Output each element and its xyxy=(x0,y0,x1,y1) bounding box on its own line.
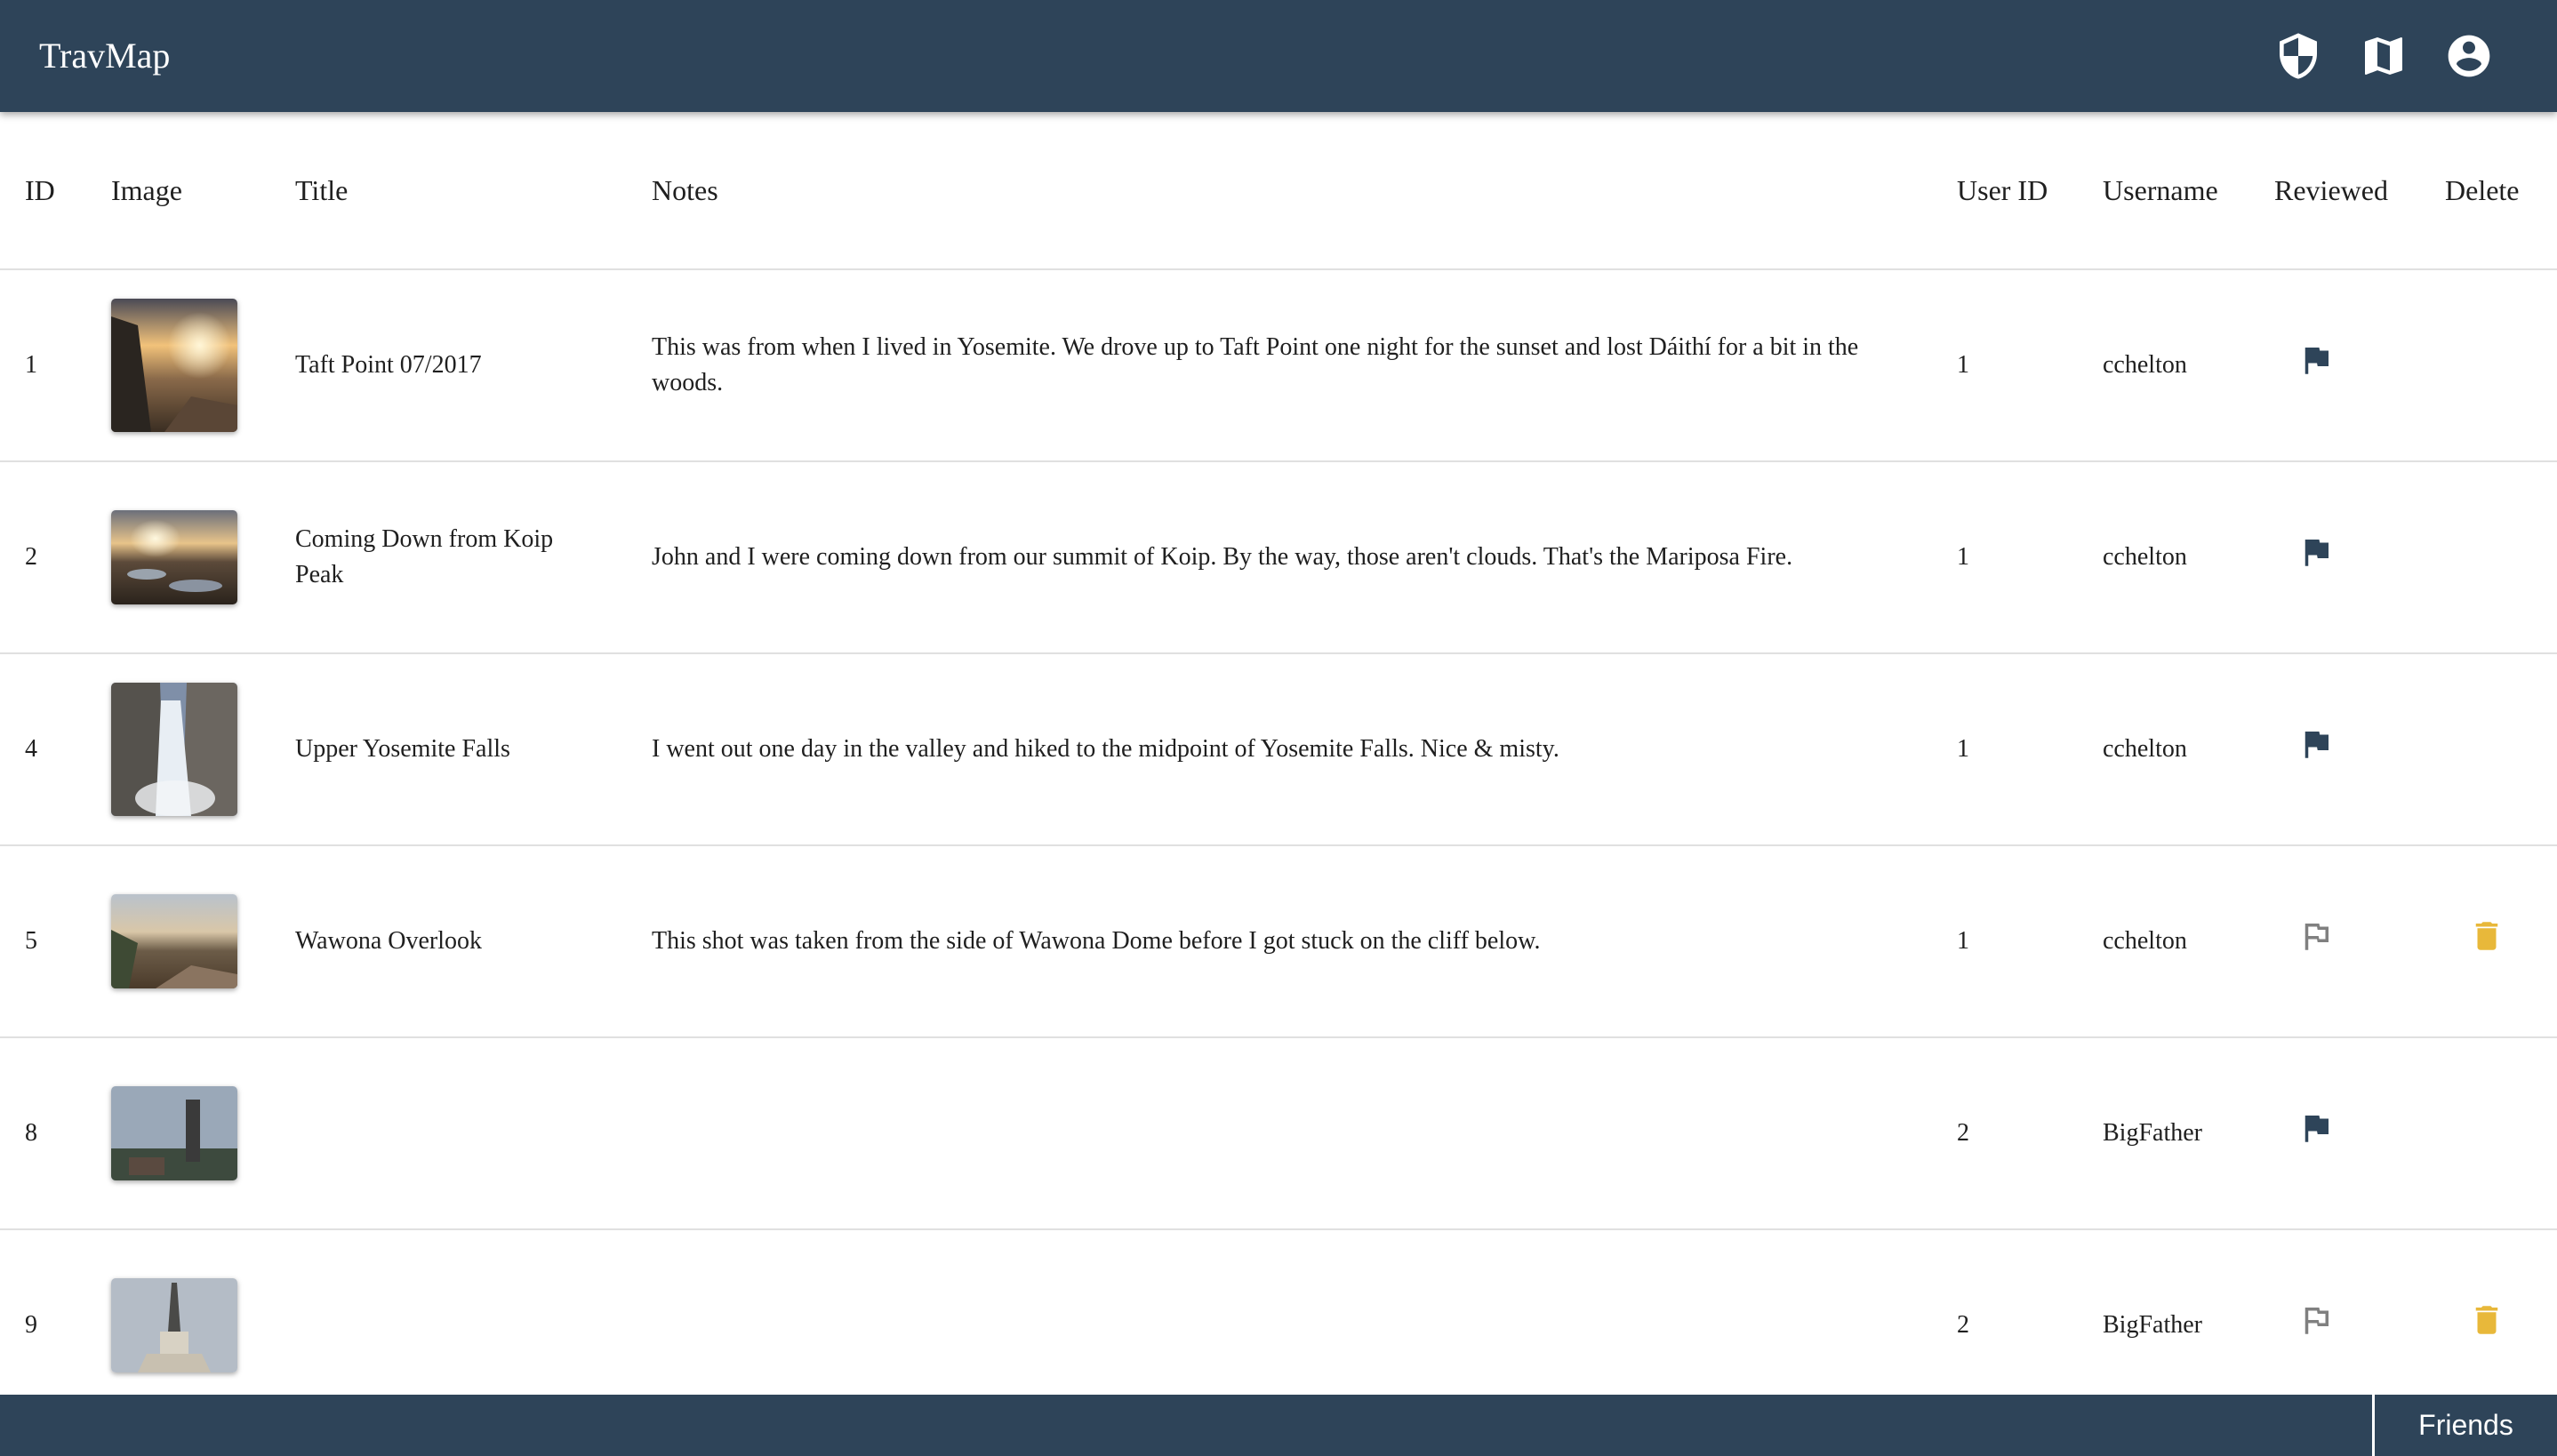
row-image-cell xyxy=(86,1229,270,1395)
table-row: 4 Upper Yosemite Falls I went out one da… xyxy=(0,653,2557,846)
row-username: BigFather xyxy=(2078,1229,2249,1395)
flag-outline-icon[interactable] xyxy=(2297,1300,2335,1340)
flag-filled-icon[interactable] xyxy=(2297,340,2335,380)
shield-icon[interactable] xyxy=(2273,31,2323,81)
column-header-reviewed: Reviewed xyxy=(2249,112,2420,270)
row-reviewed-cell xyxy=(2249,269,2420,462)
row-image-cell xyxy=(86,461,270,654)
column-header-user-id: User ID xyxy=(1932,112,2078,270)
row-user-id: 2 xyxy=(1932,1229,2078,1395)
bottom-bar: Friends xyxy=(0,1395,2557,1456)
row-title: Upper Yosemite Falls xyxy=(270,653,627,846)
flag-filled-icon[interactable] xyxy=(2297,724,2335,764)
row-id: 2 xyxy=(0,461,86,654)
row-user-id: 1 xyxy=(1932,461,2078,654)
row-notes: This shot was taken from the side of Waw… xyxy=(627,845,1932,1038)
table-header-row: ID Image Title Notes User ID Username Re… xyxy=(0,112,2557,270)
row-title: Taft Point 07/2017 xyxy=(270,269,627,462)
row-title: Coming Down from Koip Peak xyxy=(270,461,627,654)
photo-thumbnail[interactable] xyxy=(111,683,237,816)
row-title xyxy=(270,1229,627,1395)
top-app-bar: TravMap xyxy=(0,0,2557,112)
photos-table: ID Image Title Notes User ID Username Re… xyxy=(0,112,2557,1395)
row-image-cell xyxy=(86,845,270,1038)
photo-thumbnail[interactable] xyxy=(111,894,237,988)
row-username: cchelton xyxy=(2078,845,2249,1038)
row-delete-cell xyxy=(2420,653,2557,846)
row-id: 1 xyxy=(0,269,86,462)
row-user-id: 2 xyxy=(1932,1037,2078,1230)
delete-icon[interactable] xyxy=(2468,1300,2505,1340)
row-username: cchelton xyxy=(2078,461,2249,654)
row-id: 8 xyxy=(0,1037,86,1230)
row-delete-cell xyxy=(2420,1229,2557,1395)
photo-thumbnail[interactable] xyxy=(111,1086,237,1180)
photo-thumbnail[interactable] xyxy=(111,510,237,604)
row-notes xyxy=(627,1037,1932,1230)
app-title[interactable]: TravMap xyxy=(39,0,170,112)
flag-outline-icon[interactable] xyxy=(2297,916,2335,956)
table-row: 1 Taft Point 07/2017 This was from when … xyxy=(0,269,2557,462)
row-delete-cell xyxy=(2420,461,2557,654)
row-delete-cell xyxy=(2420,845,2557,1038)
row-reviewed-cell xyxy=(2249,461,2420,654)
row-notes: This was from when I lived in Yosemite. … xyxy=(627,269,1932,462)
row-username: BigFather xyxy=(2078,1037,2249,1230)
row-username: cchelton xyxy=(2078,269,2249,462)
delete-icon[interactable] xyxy=(2468,916,2505,956)
row-username: cchelton xyxy=(2078,653,2249,846)
row-title xyxy=(270,1037,627,1230)
row-reviewed-cell xyxy=(2249,1229,2420,1395)
row-reviewed-cell xyxy=(2249,653,2420,846)
row-delete-cell xyxy=(2420,269,2557,462)
row-reviewed-cell xyxy=(2249,845,2420,1038)
map-icon[interactable] xyxy=(2359,31,2409,81)
row-id: 4 xyxy=(0,653,86,846)
table-row: 8 2 BigFather xyxy=(0,1037,2557,1230)
friends-button[interactable]: Friends xyxy=(2372,1395,2557,1456)
row-notes: John and I were coming down from our sum… xyxy=(627,461,1932,654)
column-header-title: Title xyxy=(270,112,627,270)
row-user-id: 1 xyxy=(1932,269,2078,462)
column-header-username: Username xyxy=(2078,112,2249,270)
row-image-cell xyxy=(86,269,270,462)
photo-thumbnail[interactable] xyxy=(111,1278,237,1372)
photos-table-container[interactable]: ID Image Title Notes User ID Username Re… xyxy=(0,112,2557,1395)
row-id: 9 xyxy=(0,1229,86,1395)
account-circle-icon[interactable] xyxy=(2444,31,2494,81)
row-notes: I went out one day in the valley and hik… xyxy=(627,653,1932,846)
row-delete-cell xyxy=(2420,1037,2557,1230)
row-title: Wawona Overlook xyxy=(270,845,627,1038)
flag-filled-icon[interactable] xyxy=(2297,1108,2335,1148)
row-id: 5 xyxy=(0,845,86,1038)
table-row: 5 Wawona Overlook This shot was taken fr… xyxy=(0,845,2557,1038)
table-row: 2 Coming Down from Koip Peak John and I … xyxy=(0,461,2557,654)
column-header-notes: Notes xyxy=(627,112,1932,270)
row-notes xyxy=(627,1229,1932,1395)
flag-filled-icon[interactable] xyxy=(2297,532,2335,572)
table-row: 9 2 BigFather xyxy=(0,1229,2557,1395)
column-header-id: ID xyxy=(0,112,86,270)
row-reviewed-cell xyxy=(2249,1037,2420,1230)
photo-thumbnail[interactable] xyxy=(111,299,237,432)
row-user-id: 1 xyxy=(1932,653,2078,846)
row-user-id: 1 xyxy=(1932,845,2078,1038)
column-header-image: Image xyxy=(86,112,270,270)
row-image-cell xyxy=(86,653,270,846)
column-header-delete: Delete xyxy=(2420,112,2557,270)
row-image-cell xyxy=(86,1037,270,1230)
